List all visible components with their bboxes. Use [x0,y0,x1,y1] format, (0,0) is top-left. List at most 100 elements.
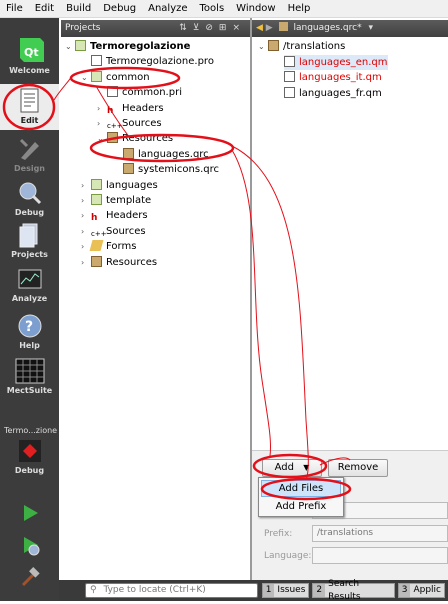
language-field[interactable] [312,547,448,564]
resource-item[interactable]: languages_fr.qm [284,86,382,101]
tree-item[interactable]: › Resources [81,255,157,270]
tree-item[interactable]: › h Headers [81,208,148,223]
search-icon: ⚲ [90,585,97,595]
filter-icon[interactable]: ⊻ [193,23,206,33]
output-tab-number: 2 [313,584,326,597]
mode-projects[interactable]: Projects [0,222,59,268]
resource-item[interactable]: languages_it.qm [284,70,382,85]
tab-dropdown-icon[interactable]: ▾ [368,23,373,33]
menu-tools[interactable]: Tools [194,0,231,18]
expand-arrow-icon[interactable]: › [97,116,107,131]
tree-item[interactable]: › h Headers [97,101,164,116]
tree-item[interactable]: › Forms [81,239,136,254]
target-selector[interactable]: Debug [0,438,59,484]
tree-item[interactable]: › template [81,193,151,208]
resource-item[interactable]: ⌄ /translations [258,39,345,54]
tree-item[interactable]: languages.qrc [113,147,209,162]
language-label: Language: [264,551,312,561]
resource-item-label: languages_fr.qm [299,87,382,99]
tree-item[interactable]: Termoregolazione.pro [81,54,214,69]
svg-text:?: ? [25,319,33,335]
tree-item[interactable]: › c++Sources [97,116,162,131]
prefix-field[interactable]: /translations [312,525,448,542]
tree-item[interactable]: › languages [81,178,158,193]
debug-run-button[interactable] [0,534,59,558]
tree-item-label: Termoregolazione.pro [106,56,214,68]
document-icon [107,86,118,98]
mode-label: Projects [11,250,48,259]
debug-run-icon [23,537,39,556]
locator-input[interactable]: ⚲ Type to locate (Ctrl+K) [85,583,258,598]
mode-design[interactable]: Design [0,136,59,182]
link-icon[interactable]: ⊘ [205,23,219,33]
qt-project-icon [91,194,102,205]
expand-arrow-icon[interactable]: › [81,224,91,239]
sort-arrows-icon[interactable]: ⇅ [179,23,193,33]
mode-edit[interactable]: Edit [0,84,59,130]
tree-item[interactable]: ⌄ Termoregolazione [65,39,190,54]
remove-button[interactable]: Remove [328,459,388,477]
run-button[interactable] [0,502,59,526]
add-files-menu-item[interactable]: Add Files [261,480,341,497]
resource-icon [123,163,134,175]
tree-item[interactable]: ⌄ Resources [97,131,173,146]
file-type-icon [278,22,288,31]
mode-welcome[interactable]: Qt Welcome [0,36,59,82]
header-file-icon: h [107,105,114,116]
mode-label: Welcome [9,66,50,75]
add-prefix-menu-item[interactable]: Add Prefix [261,498,341,515]
tree-item-label: Headers [122,102,164,114]
resource-item[interactable]: languages_en.qm [284,54,388,70]
tree-item-label: Headers [106,210,148,222]
menu-analyze[interactable]: Analyze [142,0,193,18]
resource-editor: ⌄ /translations languages_en.qm languages_i… [252,37,448,580]
prefix-label: Prefix: [264,529,293,539]
expand-arrow-icon[interactable]: ⌄ [97,131,107,146]
expand-arrow-icon[interactable]: › [81,178,91,193]
tree-item-label: template [106,195,152,206]
resource-icon [123,147,134,159]
build-button[interactable] [0,566,59,590]
resource-item-label: /translations [283,41,346,52]
editor-file-tab[interactable]: languages.qrc* [293,23,361,33]
status-bar: ⚲ Type to locate (Ctrl+K) 1 Issues 2 Search… [59,579,448,602]
dropdown-arrow-icon: ▼ [303,463,310,472]
expand-arrow-icon[interactable]: ⌄ [258,39,268,54]
close-icon[interactable]: × [232,23,246,33]
output-tab[interactable]: 3 Applic [397,583,445,598]
header-file-icon: h [91,213,98,224]
tree-item[interactable]: ⌄ common [81,70,150,85]
tree-item[interactable]: common.pri [97,85,182,100]
expand-arrow-icon[interactable]: ⌄ [65,39,75,54]
output-tab[interactable]: 1 Issues [261,583,310,598]
expand-arrow-icon[interactable]: › [81,193,91,208]
mode-debug[interactable]: Debug [0,180,59,226]
output-tab[interactable]: 2 Search Results [312,579,395,602]
document-icon [284,71,295,82]
expand-arrow-icon[interactable]: ⌄ [81,70,91,85]
menu-build[interactable]: Build [60,0,97,18]
back-arrow-icon[interactable]: ◀ [256,23,263,33]
mode-analyze[interactable]: Analyze [0,268,59,314]
mode-mectsuite[interactable]: MectSuite [0,358,59,404]
mode-help[interactable]: ? Help [0,313,59,359]
split-icon[interactable]: ⊞ [219,23,233,33]
tree-item[interactable]: systemicons.qrc [113,162,219,177]
menu-window[interactable]: Window [230,0,281,18]
forward-arrow-icon[interactable]: ▶ [266,23,273,33]
expand-arrow-icon[interactable]: › [81,208,91,223]
mode-label: Design [14,164,45,173]
resource-icon [268,40,279,51]
menu-file[interactable]: File [0,0,29,18]
menu-help[interactable]: Help [282,0,317,18]
add-dropdown-button[interactable]: Add ▼ [262,459,322,477]
output-tabs: 1 Issues 2 Search Results 3 Applic [261,579,448,602]
menu-edit[interactable]: Edit [29,0,60,18]
expand-arrow-icon[interactable]: › [81,255,91,270]
editor-header: ◀ ▶ languages.qrc* ▾ [252,20,448,37]
expand-arrow-icon[interactable]: › [97,101,107,116]
projects-pane-header: Projects ⇅⊻⊘⊞× [61,20,250,37]
project-tree: ⌄ Termoregolazione Termoregolazione.pro ⌄ co… [61,37,250,580]
menu-debug[interactable]: Debug [97,0,142,18]
tree-item[interactable]: › c++Sources [81,224,146,239]
